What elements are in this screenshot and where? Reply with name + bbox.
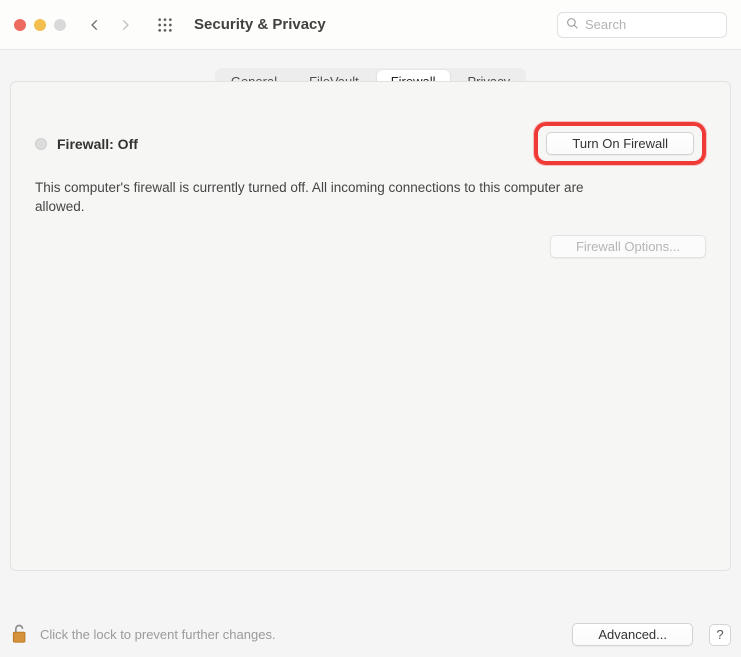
firewall-description: This computer's firewall is currently tu… [35, 179, 595, 217]
firewall-options-button[interactable]: Firewall Options... [550, 235, 706, 258]
turn-on-firewall-button[interactable]: Turn On Firewall [546, 132, 694, 155]
firewall-pane: Firewall: Off Turn On Firewall This comp… [10, 81, 731, 571]
annotation-highlight: Turn On Firewall [534, 122, 706, 165]
advanced-button[interactable]: Advanced... [572, 623, 693, 646]
window-controls [14, 19, 66, 31]
firewall-status-label: Firewall: Off [57, 136, 138, 152]
search-input[interactable] [585, 17, 718, 32]
search-field-wrap[interactable] [557, 12, 727, 38]
back-button[interactable] [84, 14, 106, 36]
zoom-window-button[interactable] [54, 19, 66, 31]
footer-bar: Click the lock to prevent further change… [10, 622, 731, 647]
firewall-status-indicator-icon [35, 138, 47, 150]
close-window-button[interactable] [14, 19, 26, 31]
content-area: General FileVault Firewall Privacy Firew… [0, 68, 741, 571]
show-all-button[interactable] [154, 14, 176, 36]
forward-button[interactable] [114, 14, 136, 36]
toolbar: Security & Privacy [0, 0, 741, 50]
pane-title: Security & Privacy [194, 16, 326, 33]
lock-icon[interactable] [10, 622, 30, 647]
lock-hint-text: Click the lock to prevent further change… [40, 627, 562, 642]
minimize-window-button[interactable] [34, 19, 46, 31]
search-icon [566, 17, 585, 33]
help-button[interactable]: ? [709, 624, 731, 646]
